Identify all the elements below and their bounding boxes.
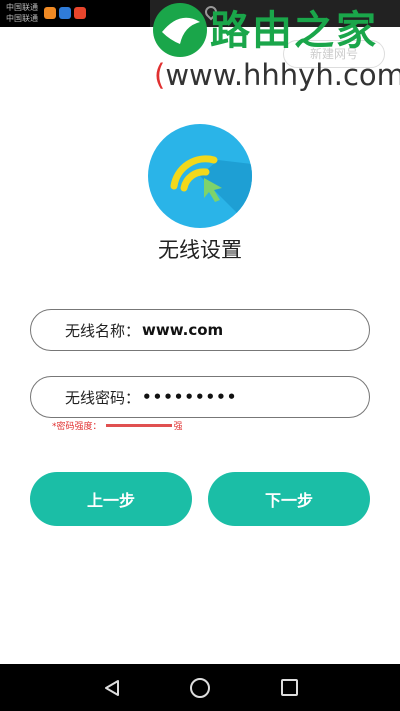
ssid-label: 无线名称： <box>65 321 141 340</box>
watermark-paren-open: ( <box>154 58 166 92</box>
strength-level: 强 <box>173 422 183 432</box>
app-notification-icon <box>74 7 86 19</box>
watermark-logo-icon <box>153 3 207 57</box>
ssid-input[interactable]: www.com <box>142 321 223 339</box>
carrier-label-2: 中国联通 <box>6 14 38 23</box>
navigation-bar <box>0 664 400 711</box>
strength-label: *密码强度： <box>52 422 102 432</box>
wifi-logo-icon <box>148 124 252 228</box>
watermark-url: (www.hhhyh.com) <box>154 58 400 92</box>
ssid-field[interactable]: 无线名称： www.com <box>30 309 370 351</box>
prev-step-button[interactable]: 上一步 <box>30 472 192 526</box>
strength-bar <box>105 424 172 427</box>
password-label: 无线密码： <box>65 388 141 407</box>
watermark-url-text: www.hhhyh.com <box>165 58 400 92</box>
carrier-label-1: 中国联通 <box>6 3 38 12</box>
password-strength: *密码强度： 强 <box>52 419 183 432</box>
home-icon[interactable] <box>190 678 210 698</box>
password-input[interactable]: ••••••••• <box>142 388 237 406</box>
recent-apps-icon[interactable] <box>281 679 298 696</box>
notification-icons <box>44 7 86 19</box>
weibo-app-icon <box>44 7 56 19</box>
watermark-title: 路由之家 <box>210 8 378 54</box>
password-field[interactable]: 无线密码： ••••••••• <box>30 376 370 418</box>
telegram-app-icon <box>59 7 71 19</box>
page-title: 无线设置 <box>158 238 242 262</box>
next-step-button[interactable]: 下一步 <box>208 472 370 526</box>
back-icon[interactable] <box>103 679 121 697</box>
